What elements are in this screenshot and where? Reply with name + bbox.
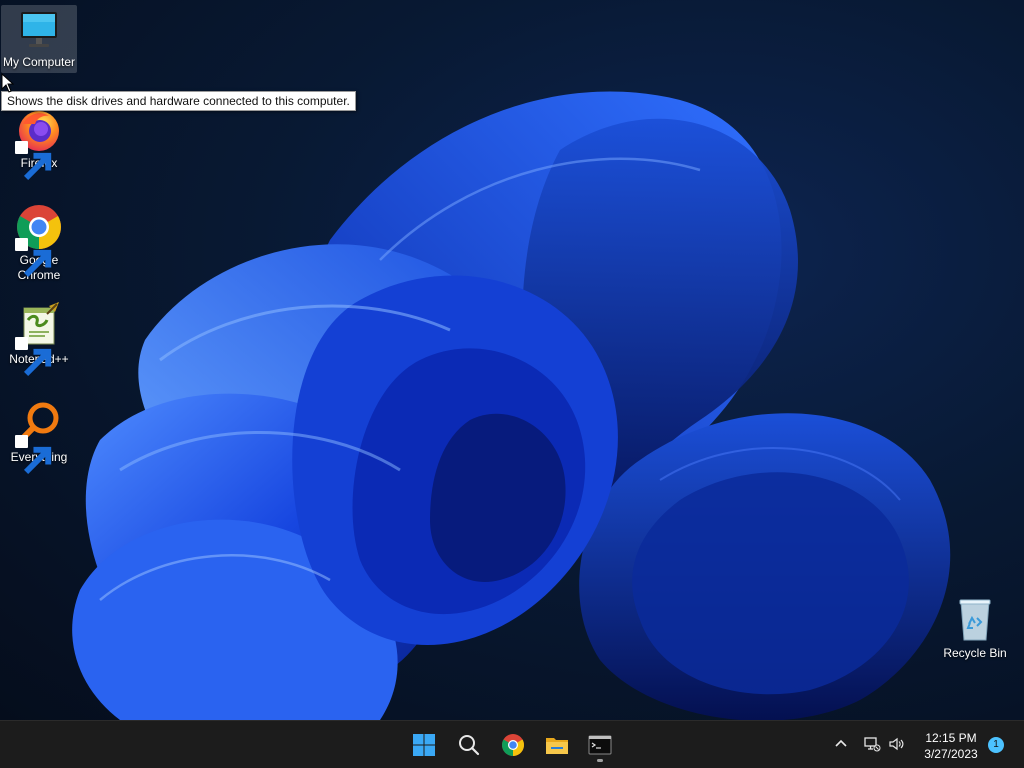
clock-time: 12:15 PM	[925, 731, 977, 745]
everything-search-icon	[15, 400, 63, 475]
desktop[interactable]: My Computer Firefox Google Chrome Notepa…	[0, 0, 1024, 720]
chevron-up-icon	[835, 739, 847, 747]
volume-icon	[889, 737, 904, 751]
shortcut-arrow-icon	[15, 337, 52, 377]
desktop-icon-label: My Computer	[2, 55, 76, 69]
start-button[interactable]	[406, 727, 442, 763]
folder-icon	[546, 738, 568, 754]
show-hidden-icons-button[interactable]	[830, 733, 852, 755]
windows-logo-icon	[413, 734, 435, 756]
desktop-icon-everything[interactable]: Everything	[1, 400, 77, 475]
taskbar: 12:15 PM 3/27/2023 1	[0, 720, 1024, 768]
desktop-icon-recycle-bin[interactable]: Recycle Bin	[937, 596, 1013, 661]
desktop-icon-firefox[interactable]: Firefox	[1, 106, 77, 181]
terminal-button[interactable]	[582, 727, 618, 763]
shortcut-arrow-icon	[15, 141, 52, 181]
clock-date: 3/27/2023	[924, 747, 978, 761]
terminal-icon	[588, 735, 612, 755]
desktop-icon-my-computer[interactable]: My Computer	[1, 5, 77, 73]
file-explorer-button[interactable]	[539, 727, 575, 763]
mouse-cursor-icon	[1, 73, 15, 93]
desktop-icon-notepad-plus-plus[interactable]: Notepad++	[1, 302, 77, 377]
network-button[interactable]	[861, 733, 883, 755]
search-button[interactable]	[451, 727, 487, 763]
volume-button[interactable]	[886, 733, 908, 755]
tooltip: Shows the disk drives and hardware conne…	[1, 91, 356, 111]
desktop-icon-google-chrome[interactable]: Google Chrome	[1, 203, 77, 283]
running-indicator	[597, 759, 603, 762]
shortcut-arrow-icon	[15, 435, 52, 475]
recycle-bin-icon	[951, 596, 999, 644]
monitor-icon	[15, 5, 63, 53]
clock[interactable]: 12:15 PM 3/27/2023	[912, 730, 990, 762]
network-icon	[864, 737, 881, 752]
chrome-icon	[502, 734, 524, 756]
desktop-icon-label: Recycle Bin	[943, 646, 1007, 660]
shortcut-arrow-icon	[15, 238, 52, 278]
chrome-taskbar-button[interactable]	[495, 727, 531, 763]
notepadpp-icon	[15, 302, 63, 377]
search-icon	[459, 735, 480, 756]
chrome-icon	[15, 203, 63, 278]
firefox-icon	[15, 106, 63, 181]
notification-badge[interactable]: 1	[988, 737, 1004, 753]
